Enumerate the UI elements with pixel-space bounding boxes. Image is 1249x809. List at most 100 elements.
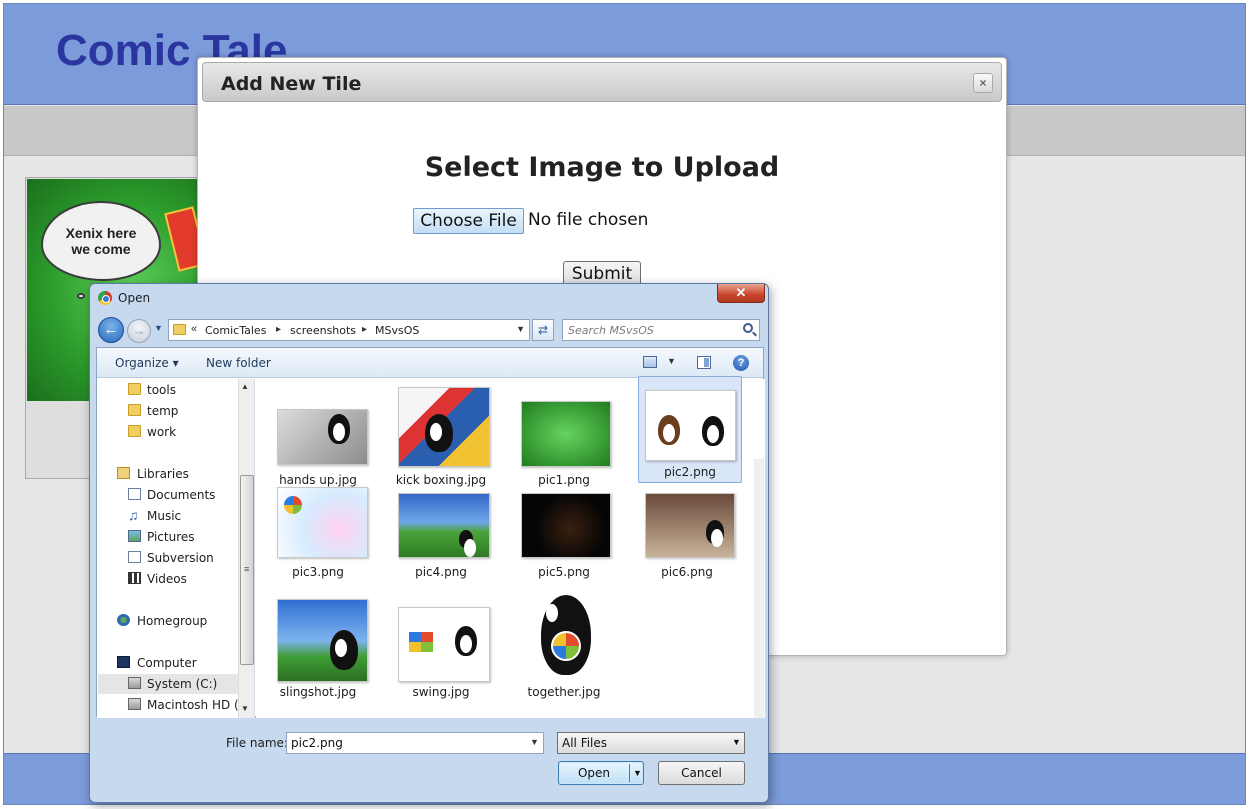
- scroll-up-icon[interactable]: ▲: [241, 382, 249, 391]
- nav-item-music[interactable]: Music: [147, 509, 181, 523]
- file-list-scrollbar[interactable]: [754, 459, 764, 718]
- computer-icon: [117, 656, 130, 668]
- dialog-title: Open: [118, 291, 151, 305]
- modal-titlebar: Add New Tile ×: [202, 62, 1002, 102]
- breadcrumb-msvsos[interactable]: MSvsOS: [375, 324, 419, 337]
- penguin-image: [706, 520, 724, 547]
- file-name: swing.jpg: [412, 685, 470, 699]
- windows-logo-icon: [409, 632, 433, 652]
- breadcrumb-separator-icon[interactable]: ▸: [276, 324, 281, 335]
- dialog-titlebar[interactable]: Open ✕: [90, 284, 768, 314]
- view-options-dropdown[interactable]: ▼: [667, 356, 676, 366]
- nav-item-videos[interactable]: Videos: [147, 572, 187, 586]
- breadcrumb-overflow[interactable]: «: [191, 323, 197, 335]
- recent-locations-dropdown[interactable]: ▼: [154, 323, 164, 335]
- penguin-image: [425, 414, 453, 452]
- choose-file-button[interactable]: Choose File: [413, 208, 524, 234]
- file-name: pic6.png: [661, 565, 713, 579]
- chrome-icon: [98, 291, 112, 305]
- cancel-button[interactable]: Cancel: [658, 761, 745, 785]
- nav-item-documents[interactable]: Documents: [147, 488, 215, 502]
- file-thumbnail: [527, 591, 605, 682]
- speech-bubble-line-1: Xenix here: [65, 225, 137, 241]
- breadcrumb-comictales[interactable]: ComicTales: [205, 324, 266, 337]
- file-thumbnail: [521, 401, 611, 467]
- breadcrumb-separator-icon[interactable]: ▸: [362, 324, 367, 335]
- file-thumbnail: [398, 493, 490, 558]
- penguin-image: [702, 416, 724, 446]
- file-item-pic1[interactable]: pic1.png: [512, 385, 616, 489]
- nav-scrollbar[interactable]: ▲ ≡ ▼: [238, 379, 254, 718]
- file-item-pic2[interactable]: pic2.png: [638, 376, 742, 483]
- nav-item-homegroup[interactable]: Homegroup: [137, 614, 207, 628]
- gnu-image: [658, 415, 680, 445]
- libraries-icon: [117, 467, 130, 479]
- file-name-label: File name:: [226, 736, 288, 750]
- search-placeholder: Search MSvsOS: [568, 324, 654, 337]
- nav-item-system-c[interactable]: System (C:): [147, 677, 217, 691]
- nav-item-subversion[interactable]: Subversion: [147, 551, 214, 565]
- file-item-pic4[interactable]: pic4.png: [389, 485, 493, 589]
- folder-icon: [128, 383, 141, 395]
- file-type-select[interactable]: All Files: [557, 732, 745, 754]
- file-thumbnail: [521, 493, 611, 558]
- file-item-swing[interactable]: swing.jpg: [389, 593, 493, 699]
- file-name-dropdown-icon[interactable]: ▼: [530, 737, 539, 747]
- scroll-down-icon[interactable]: ▼: [241, 704, 249, 713]
- dialog-close-button[interactable]: ✕: [717, 284, 765, 303]
- file-item-hands-up[interactable]: hands up.jpg: [266, 385, 370, 489]
- change-view-icon[interactable]: [643, 356, 657, 368]
- speech-bubble-tail: [77, 293, 85, 299]
- address-bar[interactable]: « ComicTales ▸ screenshots ▸ MSvsOS ▼: [168, 319, 530, 341]
- open-button-label: Open: [577, 766, 611, 780]
- modal-close-button[interactable]: ×: [973, 73, 993, 93]
- nav-item-libraries[interactable]: Libraries: [137, 467, 189, 481]
- file-item-pic5[interactable]: pic5.png: [512, 485, 616, 589]
- folder-icon: [173, 324, 186, 335]
- dialog-body: Organize ▾ New folder ▼ ? tools temp wor…: [96, 347, 765, 718]
- file-item-pic3[interactable]: pic3.png: [266, 485, 370, 589]
- file-thumbnail: [277, 487, 368, 558]
- homegroup-icon: [117, 614, 130, 626]
- organize-button[interactable]: Organize ▾: [115, 356, 179, 370]
- file-name-input[interactable]: pic2.png: [286, 732, 544, 754]
- file-thumbnail: [277, 599, 368, 682]
- penguin-image: [328, 414, 350, 444]
- modal-title: Add New Tile: [221, 73, 362, 95]
- documents-icon: [128, 488, 141, 500]
- open-options-dropdown-icon[interactable]: ▼: [633, 768, 642, 778]
- file-type-dropdown-icon[interactable]: ▼: [732, 737, 741, 747]
- file-item-pic6[interactable]: pic6.png: [635, 485, 739, 589]
- preview-pane-icon[interactable]: [697, 356, 711, 369]
- file-item-slingshot[interactable]: slingshot.jpg: [266, 593, 370, 699]
- open-button[interactable]: Open ▼: [558, 761, 644, 785]
- drive-icon: [128, 698, 141, 710]
- penguin-image: [330, 630, 358, 670]
- search-icon[interactable]: [743, 323, 753, 333]
- address-dropdown-icon[interactable]: ▼: [516, 324, 525, 334]
- file-thumbnail: [398, 607, 490, 682]
- penguin-image: [455, 626, 477, 656]
- search-input[interactable]: Search MSvsOS: [562, 319, 760, 341]
- nav-item-tools[interactable]: tools: [147, 383, 176, 397]
- scrollbar-thumb[interactable]: ≡: [240, 475, 254, 665]
- file-name: pic3.png: [292, 565, 344, 579]
- file-item-together[interactable]: together.jpg: [512, 591, 616, 699]
- nav-item-pictures[interactable]: Pictures: [147, 530, 195, 544]
- file-status-text: No file chosen: [528, 210, 649, 230]
- file-item-kick-boxing[interactable]: kick boxing.jpg: [389, 385, 493, 489]
- help-icon[interactable]: ?: [733, 355, 749, 371]
- pictures-icon: [128, 530, 141, 542]
- nav-item-work[interactable]: work: [147, 425, 176, 439]
- refresh-button[interactable]: ⇄: [532, 319, 554, 341]
- new-folder-button[interactable]: New folder: [206, 356, 271, 370]
- file-name: pic4.png: [415, 565, 467, 579]
- back-button[interactable]: ←: [98, 317, 124, 343]
- nav-item-computer[interactable]: Computer: [137, 656, 197, 670]
- open-file-dialog: Open ✕ ← → ▼ « ComicTales ▸ screenshots …: [89, 283, 769, 803]
- nav-item-macintosh-hd[interactable]: Macintosh HD (E: [147, 698, 246, 712]
- music-icon: ♫: [128, 507, 139, 523]
- breadcrumb-screenshots[interactable]: screenshots: [290, 324, 356, 337]
- nav-item-temp[interactable]: temp: [147, 404, 178, 418]
- forward-button[interactable]: →: [127, 319, 151, 343]
